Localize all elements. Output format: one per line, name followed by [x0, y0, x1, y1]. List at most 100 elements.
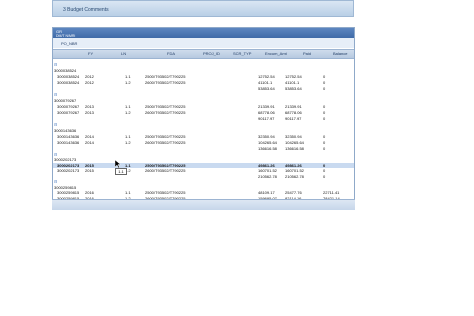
cell-ln: 1.1	[125, 162, 131, 168]
cell-balance: 0	[323, 140, 326, 145]
total-balance: 0	[323, 173, 326, 179]
cell-fda: 2500/T93502/T790225	[145, 190, 186, 195]
total-encum: 136616.58	[258, 146, 277, 151]
cell-po: 3000202173	[57, 162, 80, 168]
cell-fda: 2600/T93502/T790225	[145, 168, 186, 173]
table-row[interactable]: 3000079267 2013 1.2 2600/T93502/T790225 …	[53, 110, 354, 116]
cell-fy: 2013	[85, 110, 94, 115]
cell-po: 3000259815	[57, 190, 80, 195]
cell-balance: 0	[323, 162, 326, 168]
cell-balance: 0	[323, 74, 326, 79]
cell-encum: 12752.54	[258, 74, 275, 79]
group-total-row: 136616.58 136616.58 0	[53, 146, 354, 152]
grid-footer-bar	[52, 199, 355, 210]
cell-fy: 2016	[85, 190, 94, 195]
cell-fda: 2500/T93502/T790225	[145, 74, 186, 79]
cell-paid: 12752.54	[285, 74, 302, 79]
left-background	[0, 0, 48, 316]
group-total-row: 53853.64 53853.64 0	[53, 86, 354, 92]
cell-encum: 41101.1	[258, 80, 273, 85]
expand-icon[interactable]: ⊟	[54, 122, 57, 127]
report-panel: GR DM/T N/MRI PO_NBR FY LN FDA PROJ_ID S…	[52, 27, 355, 210]
cell-ln: 1.2	[125, 110, 131, 115]
group-expander[interactable]: ⊟	[53, 62, 354, 68]
cell-fy: 2015	[85, 162, 94, 168]
total-balance: 0	[323, 86, 326, 91]
group-id: 3000079267	[54, 98, 77, 103]
table-row[interactable]: 3000143636 2014 1.2 2600/T93502/T790225 …	[53, 140, 354, 146]
group-total-row: 90117.97 90117.97 0	[53, 116, 354, 122]
data-grid: ⊟ 3000038524 3000038524 2012 1.1 2500/T9…	[53, 59, 354, 207]
cell-po: 3000143636	[57, 140, 80, 145]
header-fy[interactable]: FY	[88, 51, 93, 56]
cell-balance: 0	[323, 104, 326, 109]
cell-balance: 22711.41	[323, 190, 340, 195]
cell-balance: 0	[323, 80, 326, 85]
group-id: 3000038524	[54, 68, 77, 73]
cell-po: 3000202173	[57, 168, 80, 173]
cell-fy: 2014	[85, 140, 94, 145]
header-encum-amt[interactable]: Encum_Amt	[265, 51, 287, 56]
cell-fy: 2014	[85, 134, 94, 139]
mouse-cursor-icon	[115, 160, 121, 168]
table-row[interactable]: 3000143636 2014 1.1 2500/T93502/T790225 …	[53, 134, 354, 140]
expand-icon[interactable]: ⊟	[54, 179, 57, 184]
cell-fda: 2500/T93502/T790225	[145, 162, 186, 168]
cell-paid: 32350.94	[285, 134, 302, 139]
cell-paid: 25477.76	[285, 190, 302, 195]
budget-comments-label: 3 Budget Comments	[63, 7, 109, 13]
right-background	[356, 0, 474, 316]
total-balance: 0	[323, 146, 326, 151]
total-encum: 90117.97	[258, 116, 275, 121]
group-header: 3000143636	[53, 128, 354, 134]
expand-icon[interactable]: ⊟	[54, 62, 57, 67]
cell-ln: 1.1	[125, 134, 131, 139]
header-proj-id[interactable]: PROJ_ID	[203, 51, 220, 56]
group-header: 3000038524	[53, 68, 354, 74]
cell-fda: 2500/T93502/T790225	[145, 104, 186, 109]
total-paid: 210562.78	[285, 173, 304, 179]
cell-encum: 104265.64	[258, 140, 277, 145]
table-row[interactable]: 3000079267 2013 1.1 2500/T93502/T790225 …	[53, 104, 354, 110]
cell-fy: 2012	[85, 80, 94, 85]
cell-fda: 2500/T93502/T790225	[145, 134, 186, 139]
cell-balance: 0	[323, 134, 326, 139]
header-balance[interactable]: Balance	[333, 51, 347, 56]
cell-encum: 48109.17	[258, 190, 275, 195]
po-nbr-label[interactable]: PO_NBR	[61, 41, 77, 46]
group-header: 3000079267	[53, 98, 354, 104]
cell-paid: 41101.1	[285, 80, 300, 85]
cell-encum: 160701.52	[258, 168, 277, 173]
table-row[interactable]: 3000038524 2012 1.1 2500/T93502/T790225 …	[53, 74, 354, 80]
budget-comments-bar[interactable]: 3 Budget Comments	[52, 0, 354, 17]
cell-balance: 0	[323, 110, 326, 115]
header-scr-typ[interactable]: SCR_TYP	[233, 51, 251, 56]
header-ln[interactable]: LN	[121, 51, 126, 56]
header-fda[interactable]: FDA	[167, 51, 175, 56]
cell-paid: 104265.64	[285, 140, 304, 145]
cell-po: 3000143636	[57, 134, 80, 139]
total-paid: 90117.97	[285, 116, 302, 121]
table-row[interactable]: 3000038524 2012 1.2 2600/T93502/T790225 …	[53, 80, 354, 86]
cell-encum: 68778.06	[258, 110, 275, 115]
group-expander[interactable]: ⊟	[53, 122, 354, 128]
group-by-row: PO_NBR	[53, 38, 354, 48]
cell-encum: 49861.26	[258, 162, 275, 168]
cell-fda: 2600/T93502/T790225	[145, 110, 186, 115]
cell-ln: 1.1	[125, 74, 131, 79]
panel-title-bar: GR DM/T N/MRI	[53, 28, 354, 38]
cell-po: 3000038524	[57, 74, 80, 79]
total-paid: 136616.58	[285, 146, 304, 151]
group-expander[interactable]: ⊟	[53, 92, 354, 98]
cell-paid: 68778.06	[285, 110, 302, 115]
cell-po: 3000079267	[57, 110, 80, 115]
total-balance: 0	[323, 116, 326, 121]
cell-ln: 1.2	[125, 80, 131, 85]
cell-fy: 2012	[85, 74, 94, 79]
cell-paid: 160701.52	[285, 168, 304, 173]
expand-icon[interactable]: ⊟	[54, 92, 57, 97]
cell-balance: 0	[323, 168, 326, 173]
group-id: 3000259815	[54, 184, 77, 190]
header-paid[interactable]: Paid	[303, 51, 311, 56]
cell-tooltip: 1.1	[115, 168, 127, 175]
